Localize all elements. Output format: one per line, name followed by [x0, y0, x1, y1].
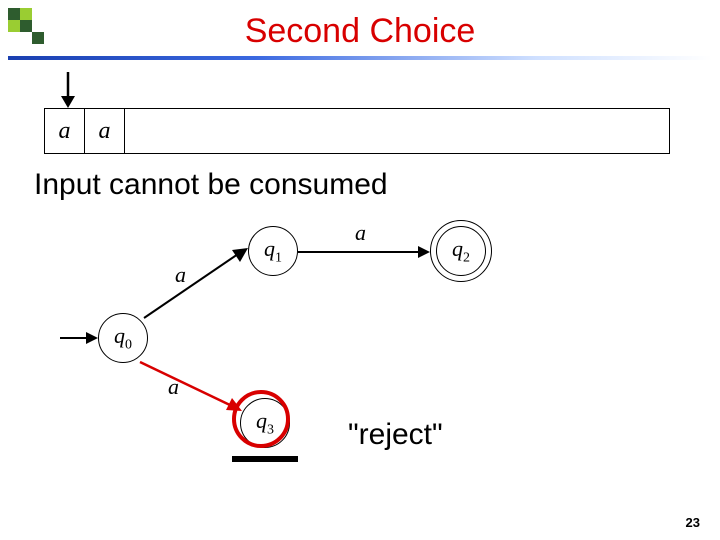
edge-q1-q2 — [298, 244, 438, 264]
subtitle-text: Input cannot be consumed — [34, 168, 388, 202]
edge-label-q0-q1: a — [175, 262, 186, 288]
slide-title: Second Choice — [0, 12, 720, 51]
tape-cell: a — [45, 109, 85, 153]
page-number: 23 — [686, 515, 700, 530]
tape-head-arrow — [58, 72, 78, 108]
edge-label-q0-q3: a — [168, 374, 179, 400]
state-label: q1 — [264, 236, 282, 266]
reject-label: "reject" — [348, 418, 443, 452]
automaton-diagram: q0 q1 q2 q3 a a — [80, 210, 600, 440]
tape-cell-empty — [125, 109, 669, 153]
slide: Second Choice a a Input cannot be consum… — [0, 0, 720, 540]
title-underline — [8, 56, 712, 60]
edge-q0-q3 — [136, 358, 256, 422]
state-label: q0 — [114, 323, 132, 353]
state-label: q3 — [256, 408, 274, 438]
tape-cell: a — [85, 109, 125, 153]
edge-q0-q1 — [138, 240, 258, 330]
start-arrow — [60, 328, 100, 348]
state-q2: q2 — [436, 226, 486, 276]
state-label: q2 — [452, 236, 470, 266]
edge-label-q1-q2: a — [355, 220, 366, 246]
stuck-indicator — [232, 456, 298, 462]
input-tape: a a — [44, 108, 670, 154]
